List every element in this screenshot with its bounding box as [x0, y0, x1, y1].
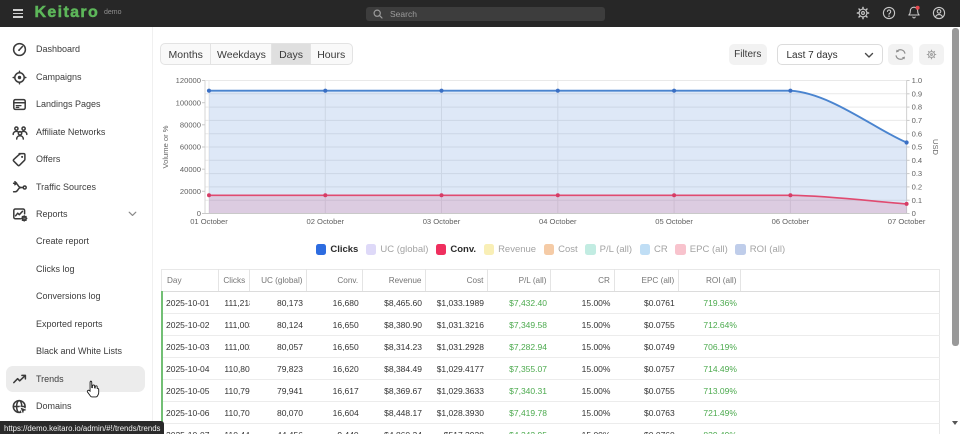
- svg-text:06 October: 06 October: [772, 217, 810, 226]
- svg-text:1.0: 1.0: [912, 76, 923, 85]
- svg-text:0.4: 0.4: [912, 156, 923, 165]
- svg-text:0.2: 0.2: [912, 183, 923, 192]
- svg-text:0.5: 0.5: [912, 143, 923, 152]
- svg-text:03 October: 03 October: [423, 217, 461, 226]
- svg-text:04 October: 04 October: [539, 217, 577, 226]
- svg-text:0.6: 0.6: [912, 129, 923, 138]
- svg-text:07 October: 07 October: [888, 217, 926, 226]
- svg-text:05 October: 05 October: [655, 217, 693, 226]
- svg-text:01 October: 01 October: [190, 217, 228, 226]
- svg-text:120000: 120000: [176, 76, 201, 85]
- svg-text:Volume or %: Volume or %: [161, 125, 170, 168]
- svg-text:40000: 40000: [180, 165, 201, 174]
- svg-text:02 October: 02 October: [307, 217, 345, 226]
- svg-text:0.8: 0.8: [912, 103, 923, 112]
- svg-text:USD: USD: [931, 139, 940, 156]
- svg-text:100000: 100000: [176, 98, 201, 107]
- svg-text:0.7: 0.7: [912, 116, 923, 125]
- svg-text:0.3: 0.3: [912, 169, 923, 178]
- svg-text:80000: 80000: [180, 120, 201, 129]
- svg-text:60000: 60000: [180, 143, 201, 152]
- svg-text:0.1: 0.1: [912, 196, 923, 205]
- svg-text:20000: 20000: [180, 187, 201, 196]
- svg-text:0.9: 0.9: [912, 89, 923, 98]
